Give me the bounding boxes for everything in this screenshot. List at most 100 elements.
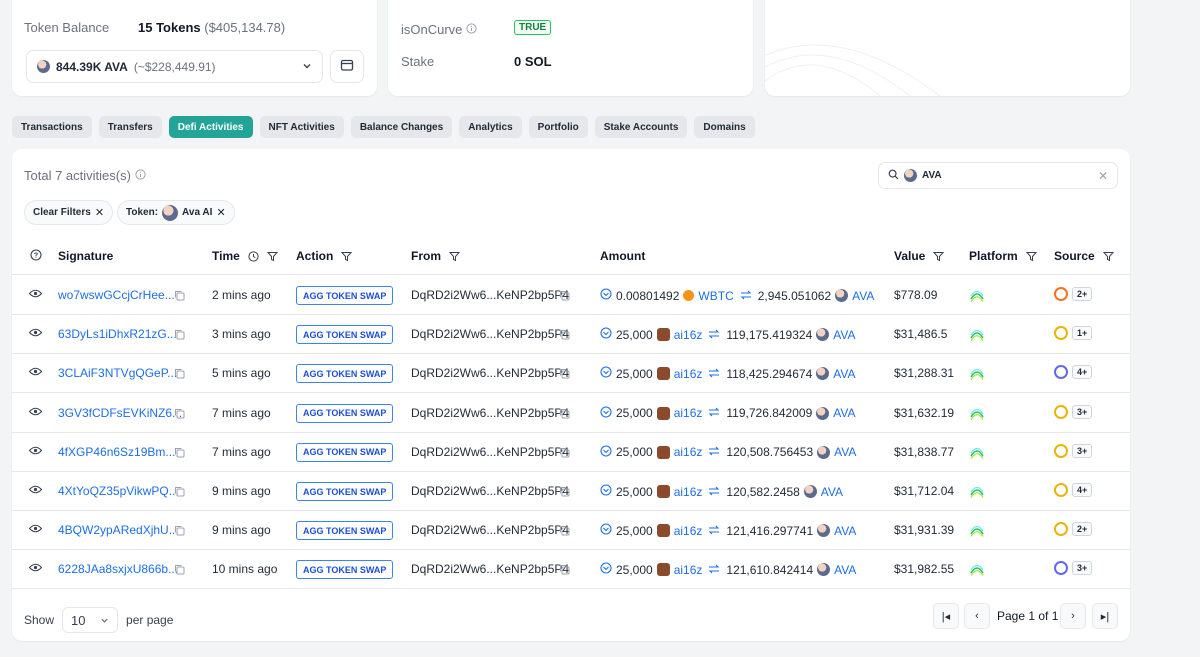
- tab-portfolio[interactable]: Portfolio: [528, 116, 588, 138]
- source-cell[interactable]: 2+: [1054, 522, 1093, 537]
- out-token-link[interactable]: AVA: [821, 485, 843, 499]
- from-address[interactable]: DqRD2i2Ww6...KeNP2bp5P4: [411, 523, 569, 537]
- token-list-button[interactable]: [330, 50, 364, 83]
- source-cell[interactable]: 2+: [1054, 287, 1093, 301]
- signature-link[interactable]: 6228JAa8sxjxU866b...: [58, 562, 178, 576]
- from-address[interactable]: DqRD2i2Ww6...KeNP2bp5P4: [411, 484, 569, 498]
- signature-link[interactable]: 4XtYoQZ35pVikwPQ...: [58, 484, 179, 498]
- source-cell[interactable]: 4+: [1054, 365, 1093, 380]
- platform-icon[interactable]: [969, 561, 985, 577]
- out-token-link[interactable]: AVA: [852, 289, 874, 303]
- view-details-eye-icon[interactable]: [29, 367, 42, 376]
- first-page-button[interactable]: |◂: [933, 603, 959, 629]
- copy-icon[interactable]: [559, 447, 570, 458]
- from-address[interactable]: DqRD2i2Ww6...KeNP2bp5P4: [411, 562, 569, 576]
- col-source[interactable]: Source: [1054, 249, 1114, 263]
- in-token-link[interactable]: ai16z: [674, 406, 703, 420]
- tab-analytics[interactable]: Analytics: [459, 116, 522, 138]
- filter-icon[interactable]: [1102, 251, 1114, 262]
- copy-icon[interactable]: [174, 486, 185, 497]
- col-from[interactable]: From: [411, 249, 460, 263]
- filter-icon[interactable]: [266, 251, 278, 262]
- tab-transfers[interactable]: Transfers: [98, 116, 162, 138]
- source-cell[interactable]: 3+: [1054, 443, 1093, 458]
- copy-icon[interactable]: [559, 368, 570, 379]
- in-token-link[interactable]: ai16z: [674, 445, 703, 459]
- view-details-eye-icon[interactable]: [29, 524, 42, 533]
- tab-stake-accounts[interactable]: Stake Accounts: [594, 116, 688, 138]
- copy-icon[interactable]: [559, 486, 570, 497]
- signature-link[interactable]: 4fXGP46n6Sz19Bm...: [58, 445, 175, 459]
- source-cell[interactable]: 1+: [1054, 326, 1093, 341]
- platform-icon[interactable]: [969, 287, 985, 303]
- copy-icon[interactable]: [559, 408, 570, 419]
- from-address[interactable]: DqRD2i2Ww6...KeNP2bp5P4: [411, 288, 569, 302]
- token-search-input[interactable]: AVA ✕: [878, 162, 1118, 189]
- in-token-link[interactable]: ai16z: [674, 563, 703, 577]
- view-details-eye-icon[interactable]: [29, 289, 42, 298]
- copy-icon[interactable]: [559, 564, 570, 575]
- clear-filters-button[interactable]: Clear Filters ✕: [24, 200, 114, 225]
- signature-link[interactable]: 63DyLs1iDhxR21zG...: [58, 327, 177, 341]
- copy-icon[interactable]: [174, 290, 185, 301]
- platform-icon[interactable]: [969, 365, 985, 381]
- copy-icon[interactable]: [559, 329, 570, 340]
- tab-nft-activities[interactable]: NFT Activities: [259, 116, 344, 138]
- filter-icon[interactable]: [341, 251, 353, 262]
- col-time[interactable]: Time: [212, 249, 278, 263]
- in-token-link[interactable]: ai16z: [674, 367, 703, 381]
- copy-icon[interactable]: [174, 564, 185, 575]
- tab-defi-activities[interactable]: Defi Activities: [168, 116, 253, 138]
- from-address[interactable]: DqRD2i2Ww6...KeNP2bp5P4: [411, 445, 569, 459]
- signature-link[interactable]: wo7wswGCcjCrHee...: [58, 288, 175, 302]
- out-token-link[interactable]: AVA: [833, 367, 855, 381]
- copy-icon[interactable]: [174, 408, 185, 419]
- filter-icon[interactable]: [449, 251, 460, 262]
- view-details-eye-icon[interactable]: [29, 485, 42, 494]
- page-size-select[interactable]: 10: [62, 607, 119, 633]
- filter-icon[interactable]: [1025, 251, 1037, 262]
- col-value[interactable]: Value: [894, 249, 945, 263]
- platform-icon[interactable]: [969, 444, 985, 460]
- platform-icon[interactable]: [969, 326, 985, 342]
- in-token-link[interactable]: ai16z: [674, 524, 703, 538]
- signature-link[interactable]: 3CLAiF3NTVgQGeP...: [58, 366, 177, 380]
- signature-link[interactable]: 4BQW2ypARedXjhU...: [58, 523, 179, 537]
- platform-icon[interactable]: [969, 483, 985, 499]
- next-page-button[interactable]: ›: [1060, 603, 1086, 629]
- out-token-link[interactable]: AVA: [833, 328, 855, 342]
- from-address[interactable]: DqRD2i2Ww6...KeNP2bp5P4: [411, 406, 569, 420]
- last-page-button[interactable]: ▸|: [1092, 603, 1118, 629]
- col-action[interactable]: Action: [296, 249, 353, 263]
- copy-icon[interactable]: [174, 329, 185, 340]
- prev-page-button[interactable]: ‹: [964, 603, 990, 629]
- in-token-link[interactable]: WBTC: [698, 289, 733, 303]
- view-details-eye-icon[interactable]: [29, 563, 42, 572]
- from-address[interactable]: DqRD2i2Ww6...KeNP2bp5P4: [411, 366, 569, 380]
- copy-icon[interactable]: [174, 525, 185, 536]
- out-token-link[interactable]: AVA: [833, 406, 855, 420]
- clock-icon[interactable]: [248, 250, 259, 262]
- token-select-dropdown[interactable]: 844.39K AVA (~$228,449.91): [26, 50, 323, 83]
- copy-icon[interactable]: [559, 525, 570, 536]
- col-platform[interactable]: Platform: [969, 249, 1037, 263]
- source-cell[interactable]: 3+: [1054, 404, 1093, 419]
- platform-icon[interactable]: [969, 405, 985, 421]
- in-token-link[interactable]: ai16z: [674, 485, 703, 499]
- tab-domains[interactable]: Domains: [694, 116, 755, 138]
- out-token-link[interactable]: AVA: [834, 524, 856, 538]
- source-cell[interactable]: 4+: [1054, 483, 1093, 497]
- in-token-link[interactable]: ai16z: [674, 328, 703, 342]
- tab-balance-changes[interactable]: Balance Changes: [350, 116, 453, 138]
- clear-search-icon[interactable]: ✕: [1098, 169, 1108, 183]
- token-filter-chip[interactable]: Token: Ava AI ✕: [117, 200, 235, 225]
- view-details-eye-icon[interactable]: [29, 407, 42, 416]
- close-icon[interactable]: ✕: [216, 206, 225, 219]
- copy-icon[interactable]: [559, 290, 570, 301]
- signature-link[interactable]: 3GV3fCDFsEVKiNZ6...: [58, 406, 182, 420]
- tab-transactions[interactable]: Transactions: [12, 116, 92, 138]
- from-address[interactable]: DqRD2i2Ww6...KeNP2bp5P4: [411, 327, 569, 341]
- platform-icon[interactable]: [969, 522, 985, 538]
- out-token-link[interactable]: AVA: [834, 563, 856, 577]
- copy-icon[interactable]: [174, 368, 185, 379]
